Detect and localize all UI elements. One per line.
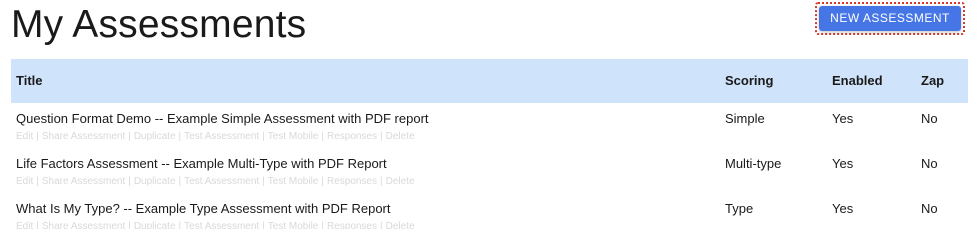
- action-delete-link[interactable]: Delete: [386, 131, 415, 142]
- scoring-cell: Simple: [725, 111, 765, 126]
- action-duplicate-link[interactable]: Duplicate: [134, 131, 176, 142]
- zap-cell: No: [921, 111, 938, 126]
- enabled-cell: Yes: [832, 111, 854, 126]
- page: My Assessments NEW ASSESSMENT Title Scor…: [0, 0, 980, 229]
- enabled-cell: Yes: [832, 156, 854, 171]
- table-row: Question Format Demo -- Example Simple A…: [11, 103, 968, 148]
- table-row: Life Factors Assessment -- Example Multi…: [11, 148, 968, 193]
- action-edit-link[interactable]: Edit: [16, 221, 33, 229]
- action-delete-link[interactable]: Delete: [386, 176, 415, 187]
- action-test-mobile-link[interactable]: Test Mobile: [268, 221, 319, 229]
- assessment-title-link[interactable]: Life Factors Assessment -- Example Multi…: [16, 155, 387, 172]
- table-row: What Is My Type? -- Example Type Assessm…: [11, 193, 968, 229]
- column-header-zap[interactable]: Zap: [921, 59, 944, 103]
- action-edit-link[interactable]: Edit: [16, 176, 33, 187]
- scoring-cell: Type: [725, 201, 754, 216]
- action-responses-link[interactable]: Responses: [327, 131, 377, 142]
- row-actions: Edit | Share Assessment | Duplicate | Test Ass…: [16, 176, 415, 187]
- action-share-link[interactable]: Share Assessment: [42, 221, 125, 229]
- action-test-mobile-link[interactable]: Test Mobile: [268, 176, 319, 187]
- action-test-mobile-link[interactable]: Test Mobile: [268, 131, 319, 142]
- page-title: My Assessments: [11, 3, 307, 46]
- scoring-cell: Multi-type: [725, 156, 782, 171]
- action-test-link[interactable]: Test Assessment: [184, 131, 259, 142]
- action-test-link[interactable]: Test Assessment: [184, 221, 259, 229]
- action-share-link[interactable]: Share Assessment: [42, 176, 125, 187]
- action-responses-link[interactable]: Responses: [327, 221, 377, 229]
- enabled-cell: Yes: [832, 201, 854, 216]
- column-header-scoring[interactable]: Scoring: [725, 59, 773, 103]
- column-header-title[interactable]: Title: [16, 59, 43, 103]
- row-actions: Edit | Share Assessment | Duplicate | Test Ass…: [16, 221, 476, 229]
- action-edit-link[interactable]: Edit: [16, 131, 33, 142]
- assessments-table: Title Scoring Enabled Zap Question Forma…: [11, 59, 968, 229]
- zap-cell: No: [921, 156, 938, 171]
- action-share-link[interactable]: Share Assessment: [42, 131, 125, 142]
- new-assessment-button[interactable]: NEW ASSESSMENT: [819, 6, 961, 31]
- column-header-enabled[interactable]: Enabled: [832, 59, 883, 103]
- action-duplicate-link[interactable]: Duplicate: [134, 176, 176, 187]
- zap-cell: No: [921, 201, 938, 216]
- action-test-link[interactable]: Test Assessment: [184, 176, 259, 187]
- action-duplicate-link[interactable]: Duplicate: [134, 221, 176, 229]
- action-delete-link[interactable]: Delete: [386, 221, 415, 229]
- assessment-title-link[interactable]: What Is My Type? -- Example Type Assessm…: [16, 200, 391, 217]
- assessment-title-link[interactable]: Question Format Demo -- Example Simple A…: [16, 110, 429, 127]
- new-assessment-button-focus-ring: NEW ASSESSMENT: [815, 2, 965, 35]
- table-header: Title Scoring Enabled Zap: [11, 59, 968, 103]
- row-actions: Edit | Share Assessment | Duplicate | Test Ass…: [16, 131, 415, 142]
- action-responses-link[interactable]: Responses: [327, 176, 377, 187]
